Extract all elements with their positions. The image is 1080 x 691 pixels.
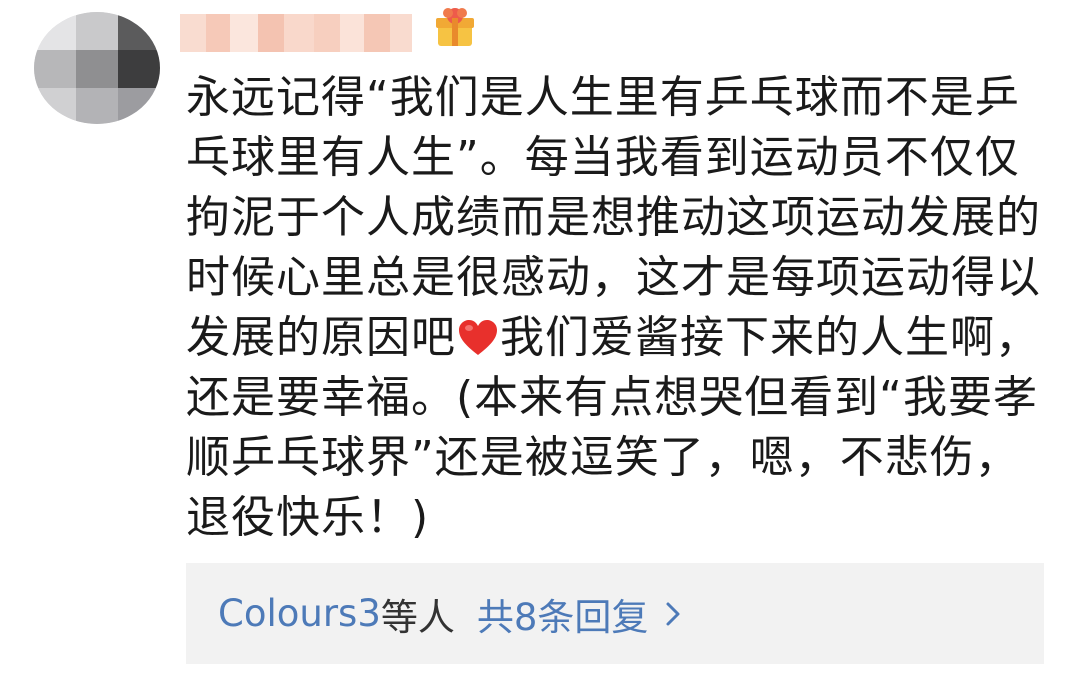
- comment-line: 拘泥于个人成绩而是想推动这项运动发展的: [186, 192, 1041, 243]
- reply-author-link[interactable]: Colours3: [218, 592, 381, 635]
- chevron-right-icon[interactable]: [662, 599, 684, 629]
- comment-text: 永远记得“我们是人生里有乒乓球而不是乒 乓球里有人生”。每当我看到运动员不仅仅 …: [186, 68, 1046, 548]
- comment-line: 还是要幸福。(本来有点想哭但看到“我要孝: [186, 372, 1038, 423]
- comment-line: 时候心里总是很感动，这才是每项运动得以: [186, 252, 1041, 303]
- comment-line: 永远记得“我们是人生里有乒乓球而不是乒: [186, 72, 1020, 123]
- red-heart-icon: [459, 320, 497, 355]
- reply-count-link[interactable]: 共8条回复: [477, 587, 649, 641]
- comment-card: 永远记得“我们是人生里有乒乓球而不是乒 乓球里有人生”。每当我看到运动员不仅仅 …: [0, 0, 1080, 691]
- reply-author-suffix: 等人: [380, 595, 455, 639]
- comment-line-segment: 我们爱酱接下来的人生啊，: [500, 312, 1040, 363]
- username-blurred[interactable]: [180, 14, 412, 52]
- gift-badge-icon: [436, 8, 474, 46]
- avatar[interactable]: [34, 12, 160, 124]
- view-replies-button[interactable]: Colours3 等人 共8条回复: [186, 563, 1044, 664]
- comment-line: 发展的原因吧 我们爱酱接下来的人生啊，: [186, 308, 1046, 368]
- comment-line-segment: 发展的原因吧: [186, 312, 456, 363]
- comment-line: 乓球里有人生”。每当我看到运动员不仅仅: [186, 132, 1020, 183]
- comment-line: 顺乒乓球界”还是被逗笑了，嗯，不悲伤，: [186, 432, 1020, 483]
- comment-line: 退役快乐！): [186, 492, 430, 543]
